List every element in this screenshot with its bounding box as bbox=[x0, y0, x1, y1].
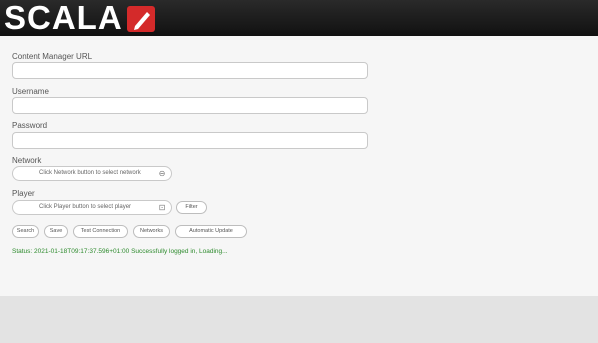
network-label: Network bbox=[12, 156, 42, 165]
username-input[interactable] bbox=[12, 97, 368, 114]
automatic-update-button[interactable]: Automatic Update bbox=[175, 225, 247, 238]
player-select[interactable]: Click Player button to select player ⊡ bbox=[12, 200, 172, 215]
network-select[interactable]: Click Network button to select network ⊖ bbox=[12, 166, 172, 181]
password-label: Password bbox=[12, 121, 48, 130]
cm-url-label: Content Manager URL bbox=[12, 52, 93, 61]
search-button[interactable]: Search bbox=[12, 225, 39, 238]
save-button[interactable]: Save bbox=[44, 225, 68, 238]
status-message: Status: 2021-01-18T09:17:37.596+01:00 Su… bbox=[12, 248, 228, 255]
scala-logo: SCALA bbox=[4, 1, 155, 35]
filter-button[interactable]: Filter bbox=[176, 201, 207, 214]
player-label: Player bbox=[12, 189, 35, 198]
test-connection-button[interactable]: Test Connection bbox=[73, 225, 128, 238]
username-label: Username bbox=[12, 87, 49, 96]
networks-button[interactable]: Networks bbox=[133, 225, 170, 238]
network-select-value: Click Network button to select network bbox=[39, 170, 141, 176]
logo-text: SCALA bbox=[4, 0, 123, 36]
password-input[interactable] bbox=[12, 132, 368, 149]
footer-area bbox=[0, 296, 598, 343]
pencil-icon bbox=[126, 6, 155, 32]
app-header: SCALA bbox=[0, 0, 598, 36]
cm-url-input[interactable] bbox=[12, 62, 368, 79]
chevron-down-icon: ⊖ bbox=[158, 169, 166, 178]
chevron-down-icon: ⊡ bbox=[158, 203, 166, 212]
player-select-value: Click Player button to select player bbox=[39, 204, 132, 210]
